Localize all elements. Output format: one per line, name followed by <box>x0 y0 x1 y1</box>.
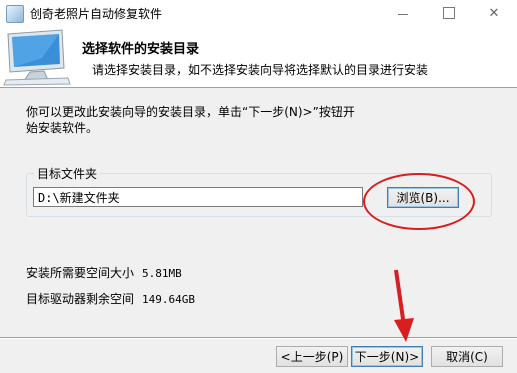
free-space-row: 目标驱动器剩余空间 149.64GB <box>26 290 195 307</box>
free-space-label: 目标驱动器剩余空间 <box>26 292 135 306</box>
cancel-button[interactable]: 取消(C) <box>431 346 503 367</box>
header-subtitle: 请选择安装目录，如不选择安装向导将选择默认的目录进行安装 <box>92 63 429 77</box>
close-button[interactable]: ✕ <box>471 0 517 26</box>
close-icon: ✕ <box>488 5 500 21</box>
back-button[interactable]: <上一步(P) <box>276 346 348 367</box>
window-title: 创奇老照片自动修复软件 <box>30 7 163 21</box>
title-bar: 创奇老照片自动修复软件 ✕ <box>0 0 517 27</box>
maximize-button[interactable] <box>426 0 472 26</box>
annotation-circle <box>363 173 475 230</box>
install-path-input[interactable]: D:\新建文件夹 <box>33 187 363 207</box>
computer-monitor-icon <box>3 29 71 86</box>
header-title: 选择软件的安装目录 <box>82 42 200 57</box>
maximize-icon <box>443 7 455 19</box>
next-button[interactable]: 下一步(N)> <box>351 346 423 367</box>
minimize-button[interactable] <box>380 0 426 26</box>
minimize-icon <box>398 13 408 15</box>
annotation-arrow-icon <box>394 269 414 342</box>
footer-separator-highlight <box>0 338 517 339</box>
wizard-header: 选择软件的安装目录 请选择安装目录，如不选择安装向导将选择默认的目录进行安装 <box>0 26 517 88</box>
required-space-row: 安装所需要空间大小 5.81MB <box>26 264 182 281</box>
required-space-label: 安装所需要空间大小 <box>26 266 135 280</box>
target-folder-label: 目标文件夹 <box>34 165 101 182</box>
free-space-value: 149.64GB <box>142 293 195 306</box>
instruction-text: 你可以更改此安装向导的安装目录，单击“下一步(N)>”按钮开始安装软件。 <box>26 105 355 135</box>
required-space-value: 5.81MB <box>142 267 182 280</box>
app-icon <box>6 5 24 23</box>
